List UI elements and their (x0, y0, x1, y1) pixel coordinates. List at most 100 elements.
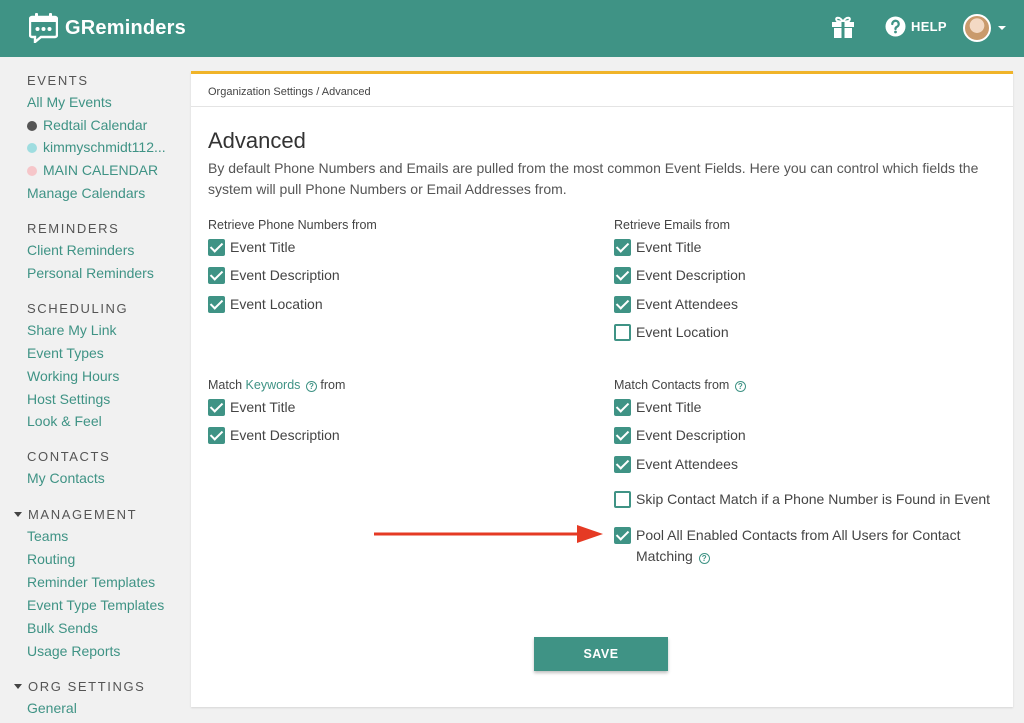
sidebar-section-management[interactable]: MANAGEMENT (14, 507, 137, 522)
emails-group-label: Retrieve Emails from (614, 218, 730, 232)
calendar-logo-icon (29, 13, 58, 43)
caret-down-icon (14, 512, 22, 517)
sidebar-section-contacts: CONTACTS (27, 449, 111, 464)
brand-logo[interactable]: GReminders (29, 13, 186, 43)
sidebar-item-event-type-templates[interactable]: Event Type Templates (27, 597, 164, 613)
checkbox-label: Event Description (230, 267, 340, 283)
contacts-event-attendees-checkbox[interactable]: Event Attendees (614, 456, 738, 475)
contacts-event-description-checkbox[interactable]: Event Description (614, 427, 746, 446)
sidebar-section-label: ORG SETTINGS (28, 679, 146, 694)
checkbox-checked-icon (208, 296, 225, 313)
emails-event-title-checkbox[interactable]: Event Title (614, 239, 701, 258)
pool-contacts-checkbox[interactable]: Pool All Enabled Contacts from All Users… (614, 527, 994, 567)
sidebar-item-label: Redtail Calendar (43, 117, 148, 133)
save-button[interactable]: SAVE (534, 637, 668, 671)
sidebar-item-manage-calendars[interactable]: Manage Calendars (27, 185, 145, 201)
checkbox-label: Event Title (230, 239, 296, 255)
phone-group-label: Retrieve Phone Numbers from (208, 218, 377, 232)
sidebar-item-my-contacts[interactable]: My Contacts (27, 470, 105, 486)
checkbox-label: Event Description (230, 427, 340, 443)
checkbox-label: Skip Contact Match if a Phone Number is … (636, 491, 991, 507)
breadcrumb-bar: Organization Settings / Advanced (191, 74, 1013, 107)
sidebar-item-event-types[interactable]: Event Types (27, 345, 104, 361)
skip-contact-match-checkbox[interactable]: Skip Contact Match if a Phone Number is … (614, 491, 990, 510)
phone-event-location-checkbox[interactable]: Event Location (208, 296, 323, 315)
sidebar-item-teams[interactable]: Teams (27, 528, 68, 544)
page-title: Advanced (208, 128, 306, 153)
calendar-color-dot (27, 143, 37, 153)
help-circle-icon[interactable]: ? (734, 381, 746, 392)
sidebar-section-reminders: REMINDERS (27, 221, 120, 236)
checkbox-label: Event Description (636, 267, 746, 283)
sidebar-item-working-hours[interactable]: Working Hours (27, 368, 119, 384)
top-bar: GReminders HELP (0, 0, 1024, 57)
checkbox-checked-icon (614, 527, 631, 544)
keywords-link[interactable]: Keywords (246, 378, 301, 392)
checkbox-label: Event Title (636, 239, 702, 255)
checkbox-label: Event Title (636, 399, 702, 415)
sidebar-item-look-and-feel[interactable]: Look & Feel (27, 413, 102, 429)
contacts-event-title-checkbox[interactable]: Event Title (614, 399, 701, 418)
page-description: By default Phone Numbers and Emails are … (208, 160, 979, 197)
sidebar-item-all-my-events[interactable]: All My Events (27, 94, 112, 110)
help-button[interactable]: HELP (885, 16, 947, 37)
calendar-color-dot (27, 121, 37, 131)
phone-event-title-checkbox[interactable]: Event Title (208, 239, 295, 258)
sidebar-item-general[interactable]: General (27, 700, 77, 716)
emails-event-location-checkbox[interactable]: Event Location (614, 324, 729, 343)
sidebar-item-bulk-sends[interactable]: Bulk Sends (27, 620, 98, 636)
app-name: GReminders (65, 16, 186, 39)
help-circle-icon[interactable]: ? (698, 553, 710, 564)
checkbox-label: Event Title (230, 399, 296, 415)
sidebar-item-client-reminders[interactable]: Client Reminders (27, 242, 134, 258)
sidebar-item-label: kimmyschmidt112... (43, 139, 166, 155)
gift-icon (832, 16, 854, 38)
checkbox-label: Event Location (230, 296, 323, 312)
checkbox-checked-icon (208, 239, 225, 256)
checkbox-checked-icon (614, 296, 631, 313)
breadcrumb: Organization Settings / Advanced (208, 86, 371, 98)
caret-down-icon (14, 684, 22, 689)
phone-event-description-checkbox[interactable]: Event Description (208, 267, 340, 286)
sidebar-item-personal-reminders[interactable]: Personal Reminders (27, 265, 154, 281)
checkbox-unchecked-icon (614, 491, 631, 508)
sidebar-item-routing[interactable]: Routing (27, 551, 75, 567)
checkbox-checked-icon (614, 456, 631, 473)
checkbox-label-text: Pool All Enabled Contacts from All Users… (636, 527, 961, 564)
checkbox-checked-icon (208, 267, 225, 284)
emails-event-description-checkbox[interactable]: Event Description (614, 267, 746, 286)
sidebar: EVENTS All My Events Redtail Calendar ki… (0, 57, 180, 723)
sidebar-section-org-settings[interactable]: ORG SETTINGS (14, 679, 145, 694)
keywords-group-label: Match Keywords ? from (208, 378, 345, 392)
label-text: from (320, 378, 346, 392)
emails-event-attendees-checkbox[interactable]: Event Attendees (614, 296, 738, 315)
sidebar-item-redtail-calendar[interactable]: Redtail Calendar (27, 117, 147, 133)
keywords-event-title-checkbox[interactable]: Event Title (208, 399, 295, 418)
checkbox-label: Event Location (636, 324, 729, 340)
checkbox-checked-icon (208, 427, 225, 444)
checkbox-label: Event Description (636, 427, 746, 443)
label-text: Match (208, 378, 243, 392)
checkbox-label: Pool All Enabled Contacts from All Users… (636, 525, 994, 567)
sidebar-item-share-my-link[interactable]: Share My Link (27, 322, 116, 338)
sidebar-item-kimmyschmidt-calendar[interactable]: kimmyschmidt112... (27, 139, 166, 155)
user-menu[interactable] (963, 14, 1006, 42)
sidebar-item-label: MAIN CALENDAR (43, 162, 159, 178)
sidebar-item-reminder-templates[interactable]: Reminder Templates (27, 574, 155, 590)
checkbox-label: Event Attendees (636, 456, 738, 472)
settings-card: Organization Settings / Advanced Advance… (191, 71, 1013, 707)
sidebar-item-main-calendar[interactable]: MAIN CALENDAR (27, 162, 158, 178)
help-label: HELP (911, 19, 947, 34)
checkbox-checked-icon (614, 427, 631, 444)
checkbox-checked-icon (614, 399, 631, 416)
help-circle-icon[interactable]: ? (305, 381, 317, 392)
annotation-arrow-icon (374, 525, 603, 543)
sidebar-item-usage-reports[interactable]: Usage Reports (27, 643, 120, 659)
chevron-down-icon (998, 26, 1006, 30)
gift-button[interactable] (831, 16, 855, 43)
keywords-event-description-checkbox[interactable]: Event Description (208, 427, 340, 446)
sidebar-section-scheduling: SCHEDULING (27, 301, 129, 316)
calendar-color-dot (27, 166, 37, 176)
sidebar-item-host-settings[interactable]: Host Settings (27, 391, 110, 407)
label-text: Match Contacts from (614, 378, 730, 392)
